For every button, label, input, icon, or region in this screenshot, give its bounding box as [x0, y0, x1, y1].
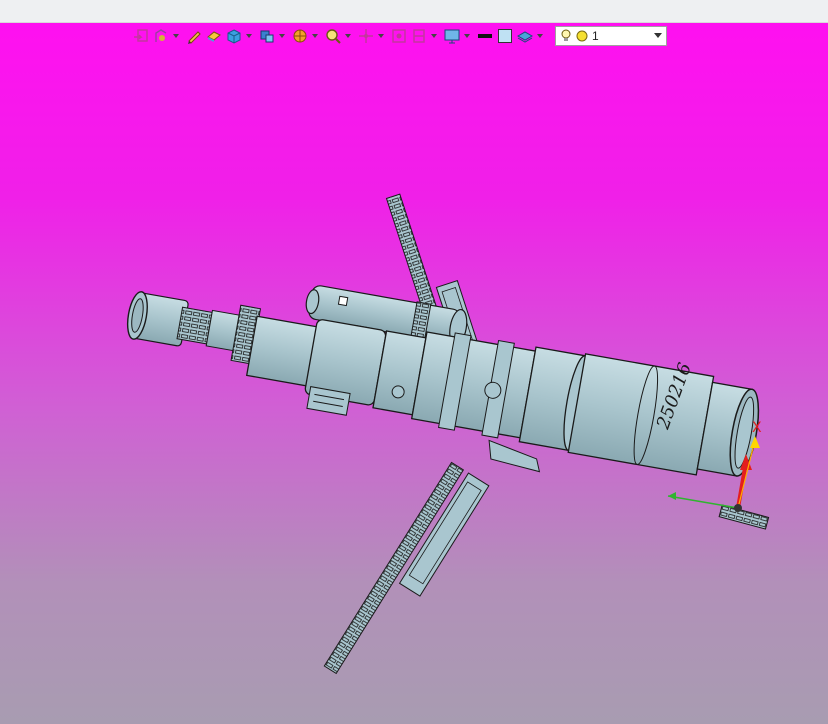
layer-circle-icon	[576, 30, 588, 42]
cube-icon	[227, 29, 241, 44]
pencil-icon	[188, 31, 201, 44]
section-view-button[interactable]	[410, 27, 428, 45]
window-top-strip	[0, 0, 828, 23]
line-color-button[interactable]	[476, 27, 494, 45]
model-scene[interactable]: 250216 X	[0, 23, 828, 724]
solid-view-dropdown[interactable]	[245, 27, 252, 45]
layer-manager-button[interactable]	[516, 27, 534, 45]
layer-select-value: 1	[592, 29, 599, 43]
layer-manager-dropdown[interactable]	[536, 27, 543, 45]
eyepiece	[126, 291, 262, 365]
eraser-button[interactable]	[205, 27, 223, 45]
origin-icon	[359, 29, 373, 43]
lower-tripod-leg	[323, 461, 490, 675]
axis-x-label: X	[752, 420, 762, 436]
rotate-model-dropdown[interactable]	[172, 27, 179, 45]
zoom-button[interactable]	[324, 27, 342, 45]
layer-icon	[517, 31, 533, 43]
view-toolbar: 1	[132, 25, 667, 47]
render-style-button[interactable]	[291, 27, 309, 45]
fit-view-icon	[392, 29, 406, 43]
side-rack	[718, 504, 770, 530]
section-view-icon	[413, 29, 425, 43]
fit-view-button[interactable]	[390, 27, 408, 45]
multi-view-dropdown[interactable]	[278, 27, 285, 45]
display-settings-button[interactable]	[443, 27, 461, 45]
render-style-icon	[293, 29, 307, 43]
layer-select[interactable]: 1	[555, 26, 667, 46]
rotate-model-button[interactable]	[152, 27, 170, 45]
display-settings-icon	[444, 29, 460, 44]
origin-button[interactable]	[357, 27, 375, 45]
fill-color-icon	[498, 29, 512, 43]
fill-color-button[interactable]	[496, 27, 514, 45]
multi-view-button[interactable]	[258, 27, 276, 45]
origin-dropdown[interactable]	[377, 27, 384, 45]
chevron-down-icon	[654, 33, 662, 38]
3d-viewport[interactable]: 250216 X	[0, 23, 828, 724]
line-color-icon	[478, 34, 492, 38]
view-orientation-icon	[260, 30, 274, 43]
pencil-sketch-button[interactable]	[185, 27, 203, 45]
zoom-dropdown[interactable]	[344, 27, 351, 45]
eraser-icon	[207, 31, 221, 42]
snap-view-button[interactable]	[132, 27, 150, 45]
zoom-icon	[326, 29, 341, 44]
render-style-dropdown[interactable]	[311, 27, 318, 45]
section-view-dropdown[interactable]	[430, 27, 437, 45]
display-settings-dropdown[interactable]	[463, 27, 470, 45]
snap-view-icon	[134, 29, 148, 42]
rotate-model-icon	[155, 29, 167, 42]
solid-view-button[interactable]	[225, 27, 243, 45]
lightbulb-icon	[561, 29, 571, 41]
